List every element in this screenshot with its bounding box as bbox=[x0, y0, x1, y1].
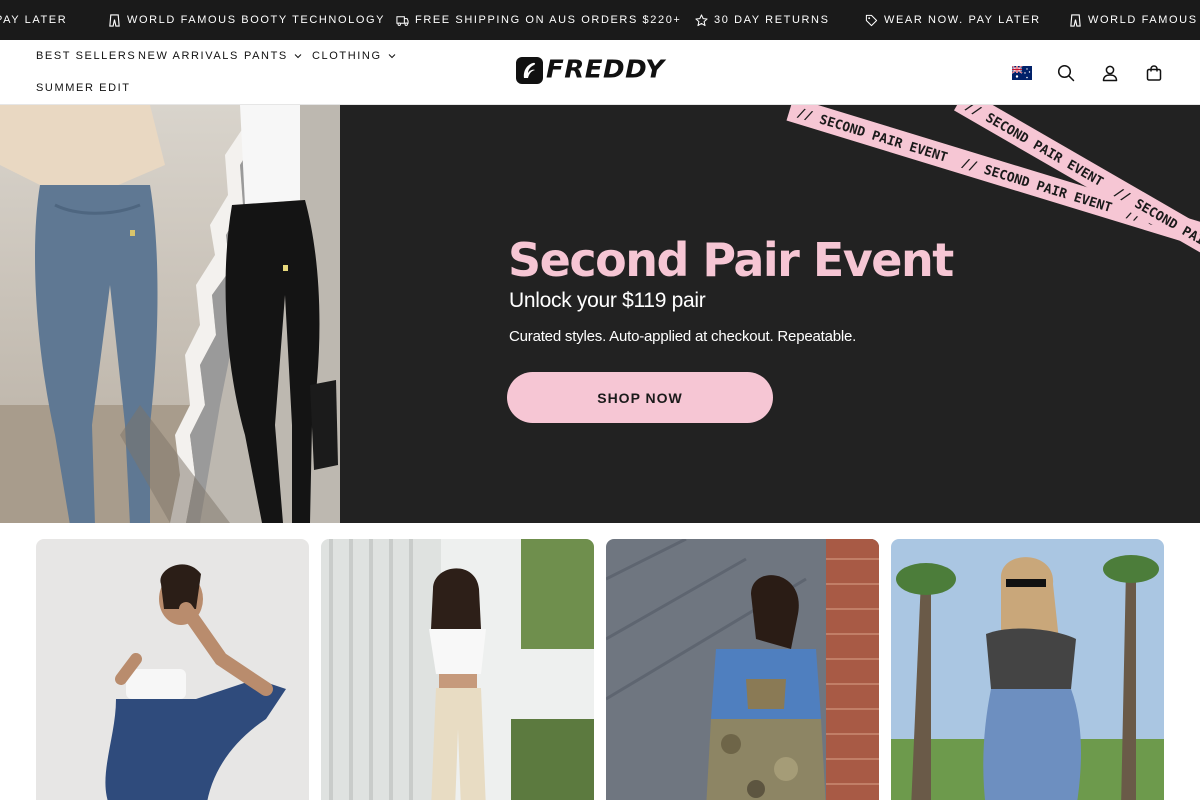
product-card-flare-denim[interactable] bbox=[36, 539, 309, 800]
site-logo[interactable]: FREDDY bbox=[516, 57, 665, 84]
australia-flag-icon[interactable] bbox=[1012, 66, 1032, 80]
hero-ribbons: // SECOND PAIR EVENT // SECOND PAIR EVEN… bbox=[786, 105, 1200, 276]
product-image bbox=[891, 539, 1164, 800]
announcement-text: WORLD FAMOUS BOO bbox=[1088, 14, 1200, 26]
announcement-item: WEAR NOW. PAY LATER bbox=[865, 0, 1041, 40]
announcement-item: PAY LATER bbox=[0, 0, 67, 40]
logo-text: FREDDY bbox=[546, 55, 665, 85]
cart-icon[interactable] bbox=[1142, 61, 1166, 85]
product-image bbox=[321, 539, 594, 800]
announcement-text: PAY LATER bbox=[0, 14, 68, 26]
star-icon bbox=[695, 13, 708, 26]
ribbon-text-1: // SECOND PAIR EVENT bbox=[795, 106, 949, 166]
product-image bbox=[606, 539, 879, 800]
announcement-text: 30 DAY RETURNS bbox=[714, 14, 830, 26]
nav-best-sellers[interactable]: BEST SELLERS bbox=[36, 50, 136, 62]
nav-new-arrivals[interactable]: NEW ARRIVALS bbox=[138, 50, 239, 62]
nav-clothing[interactable]: CLOTHING bbox=[312, 50, 396, 62]
hero-banner: // SECOND PAIR EVENT // SECOND PAIR EVEN… bbox=[0, 105, 1200, 523]
jeans-icon bbox=[109, 13, 120, 27]
announcement-text: WORLD FAMOUS BOOTY TECHNOLOGY bbox=[127, 14, 386, 26]
product-card-beige-pants[interactable] bbox=[321, 539, 594, 800]
announcement-bar: PAY LATER WORLD FAMOUS BOOTY TECHNOLOGY … bbox=[0, 0, 1200, 40]
shop-now-button[interactable]: SHOP NOW bbox=[507, 372, 773, 423]
jeans-icon bbox=[1070, 13, 1081, 27]
nav-pants-label: PANTS bbox=[244, 50, 288, 62]
truck-icon bbox=[396, 15, 409, 26]
nav-best-sellers-label: BEST SELLERS bbox=[36, 50, 137, 62]
account-icon[interactable] bbox=[1098, 61, 1122, 85]
logo-mark-icon bbox=[516, 57, 543, 84]
chevron-down-icon bbox=[294, 54, 302, 59]
announcement-item: WORLD FAMOUS BOO bbox=[1069, 0, 1200, 40]
tag-icon bbox=[865, 14, 878, 26]
product-card-blue-jeans[interactable] bbox=[891, 539, 1164, 800]
product-image bbox=[36, 539, 309, 800]
nav-new-arrivals-label: NEW ARRIVALS bbox=[138, 50, 239, 62]
product-card-camo-pants[interactable] bbox=[606, 539, 879, 800]
site-header: BEST SELLERS NEW ARRIVALS PANTS CLOTHING… bbox=[0, 40, 1200, 105]
chevron-down-icon bbox=[388, 54, 395, 59]
announcement-item: FREE SHIPPING ON AUS ORDERS $220+ bbox=[396, 0, 681, 40]
nav-pants[interactable]: PANTS bbox=[244, 50, 302, 62]
announcement-item: 30 DAY RETURNS bbox=[695, 0, 830, 40]
nav-clothing-label: CLOTHING bbox=[312, 50, 382, 62]
announcement-item: WORLD FAMOUS BOOTY TECHNOLOGY bbox=[108, 0, 385, 40]
hero-subtitle: Unlock your $119 pair bbox=[509, 289, 706, 312]
announcement-text: FREE SHIPPING ON AUS ORDERS $220+ bbox=[415, 14, 682, 26]
nav-summer-edit[interactable]: SUMMER EDIT bbox=[36, 82, 131, 94]
nav-summer-edit-label: SUMMER EDIT bbox=[36, 82, 131, 94]
hero-description: Curated styles. Auto-applied at checkout… bbox=[509, 328, 857, 345]
hero-title: Second Pair Event bbox=[508, 233, 954, 287]
search-icon[interactable] bbox=[1054, 61, 1078, 85]
announcement-text: WEAR NOW. PAY LATER bbox=[884, 14, 1041, 26]
